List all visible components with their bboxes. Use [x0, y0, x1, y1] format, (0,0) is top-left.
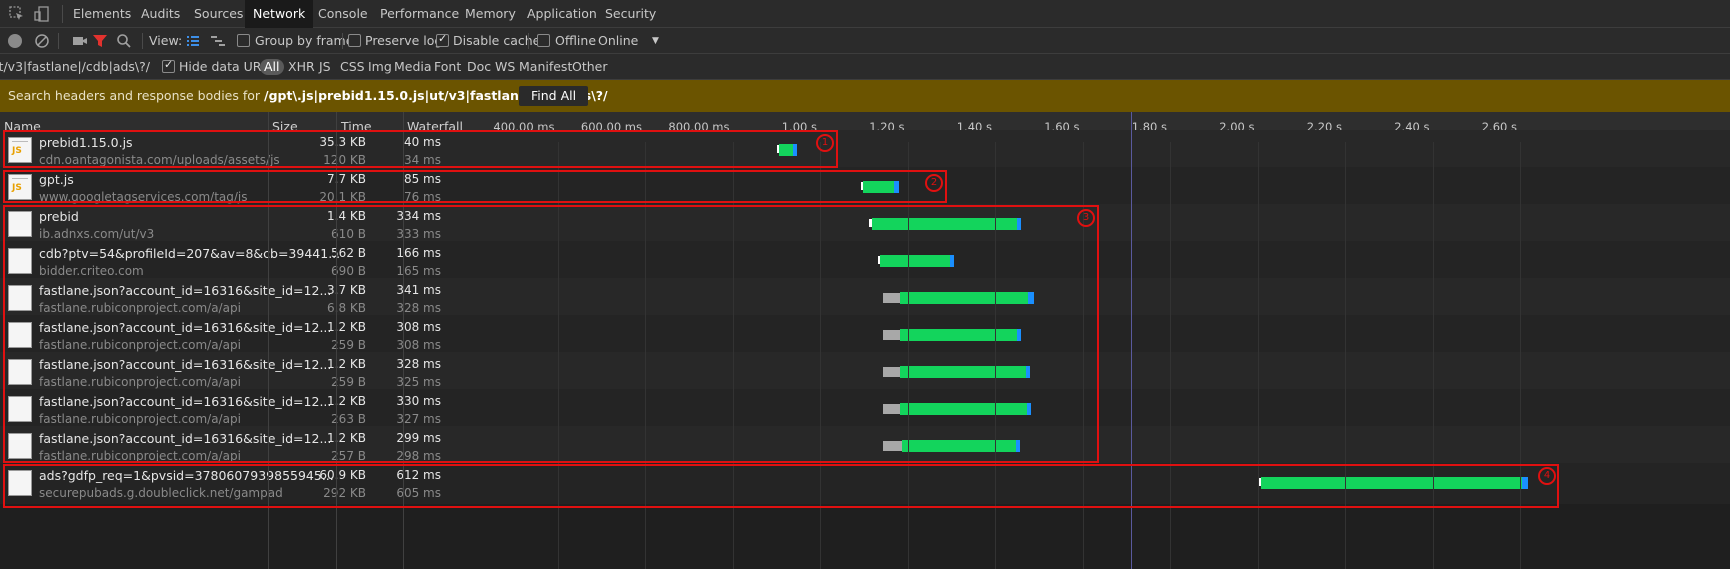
record-button[interactable]: [8, 34, 22, 48]
filter-type-ws[interactable]: WS: [495, 54, 515, 80]
list-view-icon: [187, 36, 199, 46]
tab-memory[interactable]: Memory: [457, 0, 524, 28]
filter-type-xhr[interactable]: XHR: [288, 54, 315, 80]
annotation-number: 1: [816, 134, 834, 152]
tab-sources[interactable]: Sources: [186, 0, 251, 28]
filter-type-other[interactable]: Other: [572, 54, 608, 80]
chevron-down-icon: ▼: [652, 36, 659, 46]
view-label: View:: [149, 33, 183, 48]
capture-screenshots-button[interactable]: [72, 34, 88, 51]
tab-performance[interactable]: Performance: [372, 0, 467, 28]
annotation-box: [3, 205, 1099, 463]
group-by-frame-checkbox[interactable]: [237, 34, 250, 47]
filter-type-doc[interactable]: Doc: [467, 54, 491, 80]
search-description: Search headers and response bodies for /…: [8, 80, 608, 112]
annotation-number: 2: [925, 174, 943, 192]
large-request-rows-button[interactable]: [186, 34, 200, 51]
tab-security[interactable]: Security: [597, 0, 664, 28]
filter-type-font[interactable]: Font: [434, 54, 461, 80]
filter-bar: \.0.js|ut/v3|fastlane|/cdb|ads\?/ Hide d…: [0, 54, 1730, 80]
annotation-number: 4: [1538, 467, 1556, 485]
filter-type-css[interactable]: CSS: [340, 54, 365, 80]
offline-checkbox[interactable]: [537, 34, 550, 47]
overview-button[interactable]: [210, 34, 226, 51]
toolbar-divider: [142, 33, 143, 49]
waterfall-overview-icon: [211, 36, 225, 46]
find-all-button[interactable]: Find All: [519, 86, 589, 106]
toolbar-divider: [58, 33, 59, 49]
search-bar: Search headers and response bodies for /…: [0, 80, 1730, 112]
search-prefix: Search headers and response bodies for: [8, 88, 261, 103]
disable-cache-checkbox[interactable]: [436, 32, 449, 47]
devtools-tab-bar: Elements Audits Sources Network Console Perfo…: [0, 0, 1730, 28]
tab-elements[interactable]: Elements: [65, 0, 139, 28]
filter-type-js[interactable]: JS: [319, 54, 331, 80]
hide-data-urls-checkbox[interactable]: [162, 58, 175, 73]
filter-input-value: \.0.js|ut/v3|fastlane|/cdb|ads\?/: [0, 59, 150, 74]
tab-divider: [62, 5, 63, 23]
annotation-box: [3, 170, 947, 203]
filter-input[interactable]: \.0.js|ut/v3|fastlane|/cdb|ads\?/: [0, 54, 152, 80]
filter-type-manifest[interactable]: Manifest: [519, 54, 572, 80]
toolbar-divider: [342, 33, 343, 49]
table-filler: [0, 504, 1730, 569]
filter-type-all[interactable]: All: [260, 59, 284, 75]
tab-console[interactable]: Console: [310, 0, 376, 28]
annotation-box: [3, 130, 838, 168]
filter-icon: [93, 35, 107, 47]
network-toolbar: View: Group by frame Preserve log Disabl…: [0, 28, 1730, 54]
video-camera-icon: [73, 37, 87, 45]
annotation-box: [3, 464, 1559, 508]
offline-label: Offline: [555, 33, 597, 48]
tab-network[interactable]: Network: [245, 0, 314, 28]
filter-type-img[interactable]: Img: [368, 54, 392, 80]
tab-audits[interactable]: Audits: [133, 0, 188, 28]
throttling-value: Online: [598, 33, 639, 48]
clear-button[interactable]: [34, 33, 50, 52]
inspect-element-icon[interactable]: [8, 5, 26, 23]
filter-button[interactable]: [92, 34, 108, 51]
preserve-log-label: Preserve log: [365, 33, 443, 48]
search-icon: [117, 34, 131, 48]
device-toolbar-icon[interactable]: [33, 5, 51, 23]
throttling-select[interactable]: Online ▼: [598, 28, 666, 54]
preserve-log-checkbox[interactable]: [348, 34, 361, 47]
annotation-number: 3: [1077, 209, 1095, 227]
clear-icon: [35, 34, 49, 48]
search-button[interactable]: [116, 33, 132, 52]
tab-application[interactable]: Application: [519, 0, 605, 28]
group-by-frame-label: Group by frame: [255, 33, 354, 48]
toolbar-divider: [528, 33, 529, 49]
filter-type-media[interactable]: Media: [394, 54, 432, 80]
